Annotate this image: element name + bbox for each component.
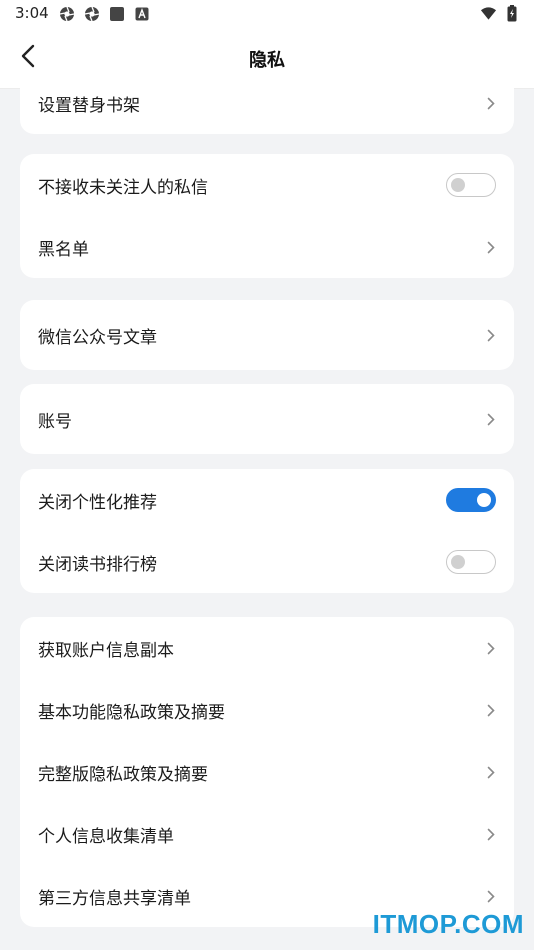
battery-charging-icon bbox=[503, 5, 520, 22]
settings-group-wechat: 微信公众号文章 bbox=[20, 300, 514, 370]
watermark: ITMOP.COM bbox=[372, 909, 524, 939]
setting-row-blacklist[interactable]: 黑名单 bbox=[20, 216, 514, 278]
aperture-icon bbox=[58, 5, 75, 22]
toggle-knob bbox=[451, 554, 465, 569]
setting-label: 微信公众号文章 bbox=[38, 327, 157, 348]
setting-label: 账号 bbox=[38, 411, 72, 432]
settings-group-messages: 不接收未关注人的私信 黑名单 bbox=[20, 154, 514, 278]
settings-group-shelf: 设置替身书架 bbox=[20, 72, 514, 134]
toggle-knob bbox=[477, 492, 491, 507]
setting-row-account-copy[interactable]: 获取账户信息副本 bbox=[20, 617, 514, 679]
stranger-messages-toggle[interactable] bbox=[446, 173, 496, 197]
status-time: 3:04 bbox=[15, 4, 49, 22]
setting-label: 基本功能隐私政策及摘要 bbox=[38, 702, 225, 723]
chevron-right-icon bbox=[486, 765, 496, 779]
personalized-recommendation-toggle[interactable] bbox=[446, 488, 496, 512]
setting-row-decoy-shelf[interactable]: 设置替身书架 bbox=[20, 72, 514, 134]
status-icons-left bbox=[58, 5, 150, 22]
setting-row-basic-privacy-policy[interactable]: 基本功能隐私政策及摘要 bbox=[20, 679, 514, 741]
setting-row-wechat-articles[interactable]: 微信公众号文章 bbox=[20, 300, 514, 370]
chevron-right-icon bbox=[486, 703, 496, 717]
page-title: 隐私 bbox=[249, 50, 285, 71]
setting-label: 完整版隐私政策及摘要 bbox=[38, 764, 208, 785]
aperture-icon bbox=[83, 5, 100, 22]
chevron-right-icon bbox=[486, 328, 496, 342]
setting-row-personal-info-list[interactable]: 个人信息收集清单 bbox=[20, 803, 514, 865]
setting-label: 获取账户信息副本 bbox=[38, 640, 174, 661]
setting-label: 第三方信息共享清单 bbox=[38, 888, 191, 909]
setting-row-account[interactable]: 账号 bbox=[20, 384, 514, 454]
wifi-icon bbox=[480, 5, 497, 22]
setting-label: 个人信息收集清单 bbox=[38, 826, 174, 847]
chevron-right-icon bbox=[486, 240, 496, 254]
setting-label: 黑名单 bbox=[38, 239, 89, 260]
settings-group-privacy-docs: 获取账户信息副本 基本功能隐私政策及摘要 完整版隐私政策及摘要 个人信息收集清单… bbox=[20, 617, 514, 927]
chevron-right-icon bbox=[486, 889, 496, 903]
settings-group-recommendation: 关闭个性化推荐 关闭读书排行榜 bbox=[20, 469, 514, 593]
chevron-right-icon bbox=[486, 827, 496, 841]
setting-row-personalized-recommendation[interactable]: 关闭个性化推荐 bbox=[20, 469, 514, 531]
status-bar: 3:04 bbox=[0, 0, 534, 28]
chevron-right-icon bbox=[486, 641, 496, 655]
setting-label: 设置替身书架 bbox=[38, 95, 140, 116]
setting-row-stranger-messages[interactable]: 不接收未关注人的私信 bbox=[20, 154, 514, 216]
setting-label: 关闭个性化推荐 bbox=[38, 492, 157, 513]
settings-group-account: 账号 bbox=[20, 384, 514, 454]
reading-ranking-toggle[interactable] bbox=[446, 550, 496, 574]
toggle-knob bbox=[451, 177, 465, 192]
chevron-right-icon bbox=[486, 96, 496, 110]
setting-label: 关闭读书排行榜 bbox=[38, 554, 157, 575]
setting-row-full-privacy-policy[interactable]: 完整版隐私政策及摘要 bbox=[20, 741, 514, 803]
square-icon bbox=[108, 5, 125, 22]
setting-label: 不接收未关注人的私信 bbox=[38, 177, 208, 198]
status-icons-right bbox=[480, 5, 520, 22]
a-badge-icon bbox=[133, 5, 150, 22]
chevron-right-icon bbox=[486, 412, 496, 426]
setting-row-reading-ranking[interactable]: 关闭读书排行榜 bbox=[20, 531, 514, 593]
